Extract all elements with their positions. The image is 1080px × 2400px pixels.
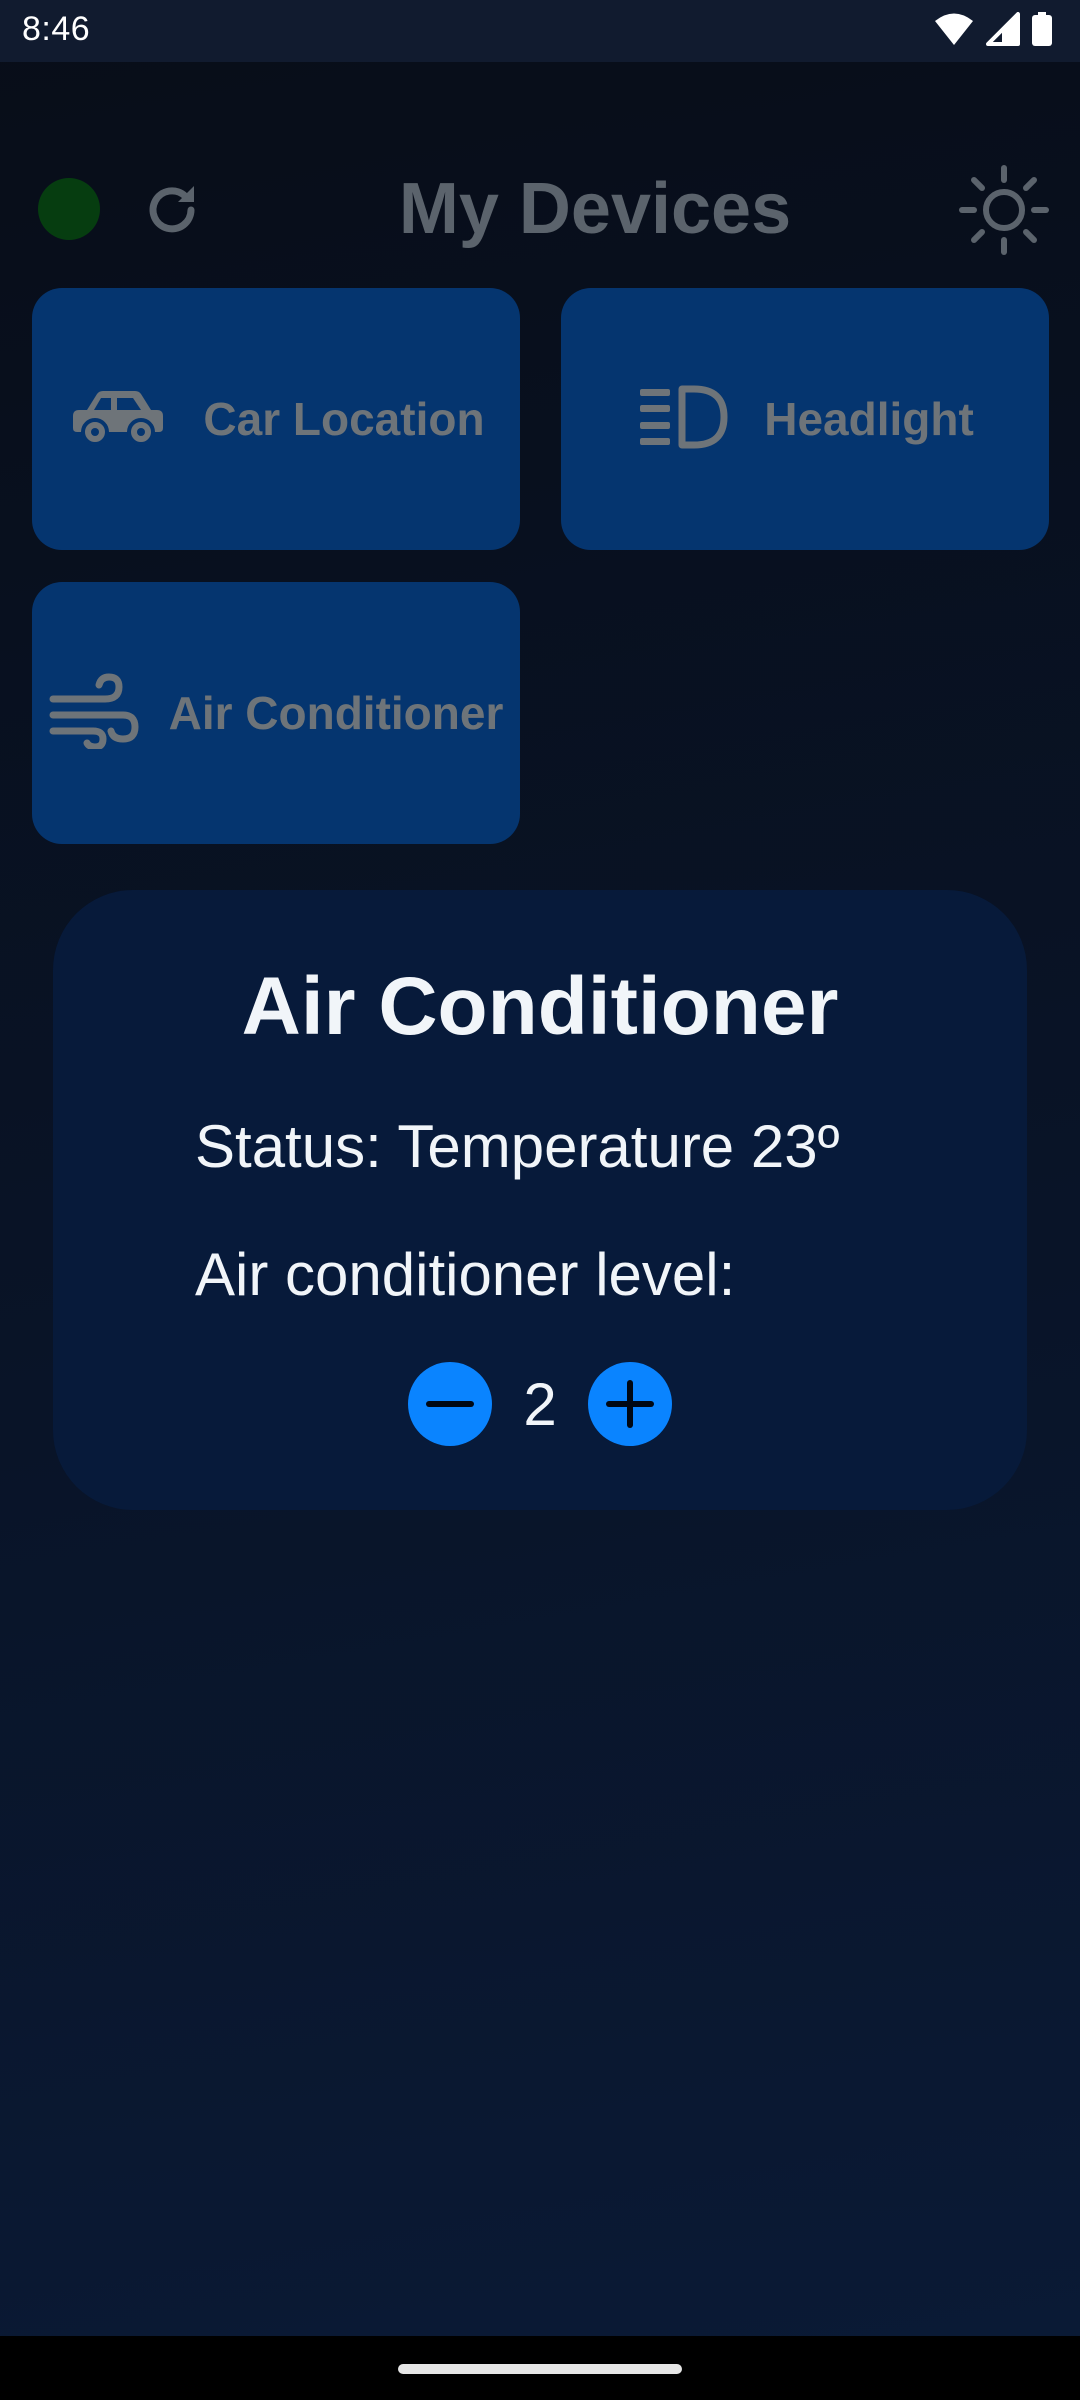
decrease-level-button[interactable] — [408, 1362, 492, 1446]
system-nav-bar — [0, 2336, 1080, 2400]
status-icons — [934, 11, 1052, 51]
device-card-label: Air Conditioner — [168, 687, 504, 739]
status-bar: 8:46 — [0, 0, 1080, 62]
header: My Devices — [0, 160, 1080, 260]
device-status-text: Status: Temperature 23º — [195, 1113, 840, 1180]
dialog-title: Air Conditioner — [241, 961, 839, 1052]
device-card-label: Headlight — [764, 393, 974, 445]
home-indicator[interactable] — [398, 2364, 682, 2374]
device-card-label: Car Location — [203, 393, 485, 445]
device-card-air-conditioner[interactable]: Air Conditioner — [32, 582, 520, 844]
sun-icon — [958, 165, 1050, 260]
increase-level-button[interactable] — [588, 1362, 672, 1446]
device-detail-dialog: Air Conditioner Status: Temperature 23º … — [53, 890, 1027, 1510]
level-stepper: 2 — [53, 1362, 1027, 1446]
signal-icon — [986, 11, 1020, 51]
status-time: 8:46 — [22, 10, 91, 48]
device-card-car-location[interactable]: Car Location — [32, 288, 520, 550]
headlight-icon — [636, 385, 728, 454]
device-card-headlight[interactable]: Headlight — [561, 288, 1049, 550]
theme-toggle-button[interactable] — [958, 164, 1050, 256]
level-label: Air conditioner level: — [195, 1241, 736, 1308]
wifi-icon — [934, 12, 974, 51]
page-title: My Devices — [398, 169, 792, 249]
car-icon — [67, 388, 167, 451]
battery-icon — [1032, 11, 1052, 51]
level-value: 2 — [523, 1370, 557, 1438]
wind-icon — [49, 672, 139, 754]
